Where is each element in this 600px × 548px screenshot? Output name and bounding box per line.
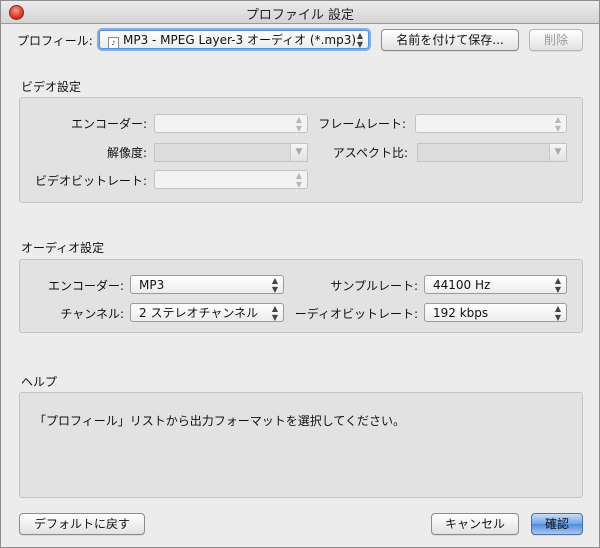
audio-bitrate-value: 192 kbps bbox=[433, 306, 489, 320]
framerate-label: フレームレート: bbox=[318, 117, 406, 131]
save-as-button[interactable]: 名前を付けて保存... bbox=[381, 29, 519, 51]
framerate-select[interactable]: ▲ ▼ bbox=[415, 114, 567, 133]
channel-select[interactable]: 2 ステレオチャンネル ▲ ▼ bbox=[130, 303, 284, 322]
restore-defaults-button[interactable]: デフォルトに戻す bbox=[19, 513, 145, 535]
window-title: プロファイル 設定 bbox=[245, 8, 355, 23]
resolution-combo[interactable]: ▼ bbox=[154, 143, 308, 162]
audio-bitrate-select[interactable]: 192 kbps ▲ ▼ bbox=[424, 303, 567, 322]
video-section-title: ビデオ設定 bbox=[21, 80, 82, 94]
updown-arrows-icon: ▲ ▼ bbox=[295, 115, 302, 133]
updown-arrows-icon: ▲ ▼ bbox=[356, 31, 363, 49]
samplerate-label: サンプルレート: bbox=[330, 279, 418, 293]
cancel-button[interactable]: キャンセル bbox=[431, 513, 519, 535]
aspect-label: アスペクト比: bbox=[332, 146, 408, 160]
audio-section-title: オーディオ設定 bbox=[21, 241, 105, 255]
help-text: 「プロフィール」リストから出力フォーマットを選択してください。 bbox=[34, 414, 406, 428]
help-group: 「プロフィール」リストから出力フォーマットを選択してください。 bbox=[19, 392, 583, 498]
ok-button[interactable]: 確認 bbox=[531, 513, 583, 535]
chevron-down-icon[interactable]: ▼ bbox=[549, 144, 566, 161]
video-bitrate-label: ビデオビットレート: bbox=[34, 174, 147, 188]
samplerate-select[interactable]: 44100 Hz ▲ ▼ bbox=[424, 275, 567, 294]
audio-bitrate-label: ーディオビットレート: bbox=[294, 307, 418, 321]
resolution-label: 解像度: bbox=[106, 146, 147, 160]
channel-value: 2 ステレオチャンネル bbox=[139, 306, 259, 320]
profile-select[interactable]: ♪ MP3 - MPEG Layer-3 オーディオ (*.mp3) ▲ ▼ bbox=[99, 30, 369, 49]
video-settings-group: エンコーダー: ▲ ▼ 解像度: ▼ ビデオビットレート: ▲ ▼ フレームレート:… bbox=[19, 97, 583, 203]
video-encoder-select[interactable]: ▲ ▼ bbox=[154, 114, 308, 133]
updown-arrows-icon: ▲ ▼ bbox=[271, 276, 278, 294]
updown-arrows-icon: ▲ ▼ bbox=[554, 276, 561, 294]
video-bitrate-select[interactable]: ▲ ▼ bbox=[154, 170, 308, 189]
profile-value: MP3 - MPEG Layer-3 オーディオ (*.mp3) bbox=[123, 33, 357, 47]
audio-encoder-value: MP3 bbox=[139, 278, 165, 292]
title-bar[interactable]: プロファイル 設定 bbox=[1, 1, 599, 24]
updown-arrows-icon: ▲ ▼ bbox=[554, 304, 561, 322]
chevron-down-icon[interactable]: ▼ bbox=[290, 144, 307, 161]
updown-arrows-icon: ▲ ▼ bbox=[271, 304, 278, 322]
channel-label: チャンネル: bbox=[60, 307, 124, 321]
profile-label: プロフィール: bbox=[17, 34, 93, 48]
audio-settings-group: エンコーダー: MP3 ▲ ▼ チャンネル: 2 ステレオチャンネル ▲ ▼ サンプ… bbox=[19, 259, 583, 333]
aspect-combo[interactable]: ▼ bbox=[417, 143, 567, 162]
video-encoder-label: エンコーダー: bbox=[70, 117, 147, 131]
updown-arrows-icon: ▲ ▼ bbox=[554, 115, 561, 133]
updown-arrows-icon: ▲ ▼ bbox=[295, 171, 302, 189]
audio-encoder-select[interactable]: MP3 ▲ ▼ bbox=[130, 275, 284, 294]
delete-button[interactable]: 削除 bbox=[529, 29, 583, 51]
help-section-title: ヘルプ bbox=[21, 375, 58, 389]
audio-file-icon: ♪ bbox=[108, 37, 119, 48]
samplerate-value: 44100 Hz bbox=[433, 278, 491, 292]
profile-settings-window: プロファイル 設定 プロフィール: ♪ MP3 - MPEG Layer-3 オー… bbox=[0, 0, 600, 548]
audio-encoder-label: エンコーダー: bbox=[47, 279, 124, 293]
